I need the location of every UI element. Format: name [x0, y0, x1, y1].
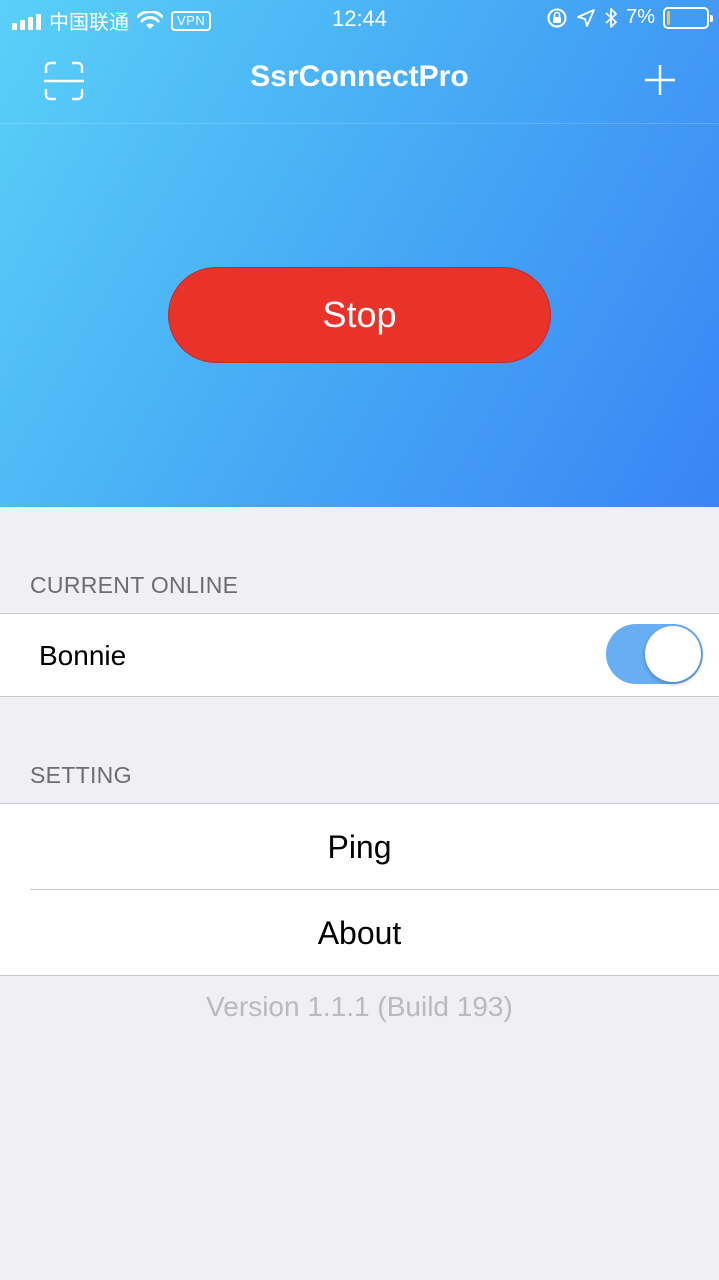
server-name: Bonnie: [39, 640, 127, 671]
bluetooth-icon: [605, 7, 617, 28]
connection-hero: 中国联通 VPN 12:44 7% SsrConnectPro Stop: [0, 0, 719, 507]
navigation-bar: SsrConnectPro: [0, 40, 719, 124]
setting-header: SETTING: [30, 762, 132, 788]
about-button[interactable]: About: [0, 890, 719, 976]
ping-button[interactable]: Ping: [0, 804, 719, 890]
version-label: Version 1.1.1 (Build 193): [206, 991, 513, 1022]
status-bar: 中国联通 VPN 12:44 7%: [0, 0, 719, 40]
settings-list: Ping About: [0, 803, 719, 976]
rotation-lock-icon: [547, 8, 567, 27]
stop-button[interactable]: Stop: [168, 267, 551, 363]
location-arrow-icon: [577, 8, 595, 27]
server-toggle[interactable]: [606, 624, 703, 684]
battery-percent: 7%: [626, 6, 655, 28]
plus-icon[interactable]: [643, 63, 677, 97]
current-online-header: CURRENT ONLINE: [30, 572, 239, 598]
page-title: SsrConnectPro: [250, 60, 469, 93]
toggle-knob: [645, 626, 701, 682]
battery-icon: [663, 6, 713, 29]
